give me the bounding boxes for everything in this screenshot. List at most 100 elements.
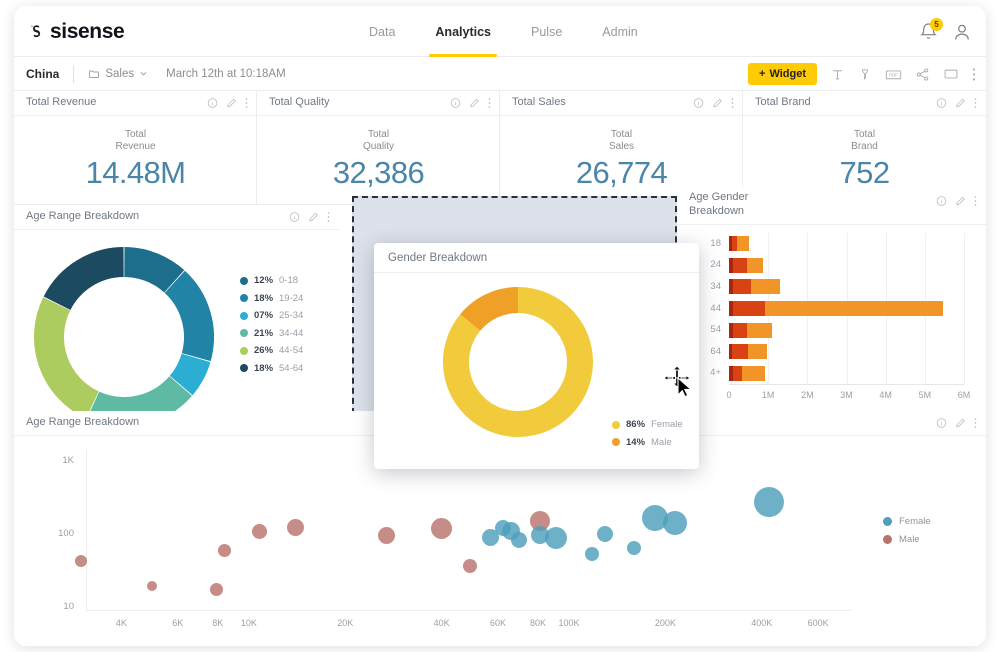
edit-icon[interactable] [955, 98, 966, 109]
legend-percent: 26% [254, 345, 274, 356]
scatter-point[interactable] [544, 526, 567, 549]
widget-menu-icon[interactable] [488, 98, 491, 109]
legend-item[interactable]: 18% 19-24 [240, 293, 303, 304]
donut-segment[interactable] [169, 353, 211, 396]
scatter-point[interactable] [378, 527, 396, 545]
info-icon[interactable] [450, 98, 461, 109]
scatter-point[interactable] [462, 559, 477, 574]
donut-segment[interactable] [460, 287, 519, 332]
nav-tab-pulse[interactable]: Pulse [531, 6, 562, 57]
legend-item[interactable]: Male [883, 534, 931, 545]
bar-segment[interactable] [764, 301, 944, 316]
bar-segment[interactable] [746, 257, 764, 273]
bar-segment[interactable] [732, 279, 751, 295]
widget-header-icons [289, 212, 330, 223]
nav-tab-data[interactable]: Data [369, 6, 395, 57]
widget-age-gender-bar[interactable]: Age Gender Breakdown 0 1M 2M 3M 4M 5M 6M 18 24 34… [677, 187, 986, 412]
info-icon[interactable] [289, 212, 300, 223]
scatter-point[interactable] [209, 583, 223, 597]
info-icon[interactable] [936, 98, 947, 109]
kpi-value: 26,774 [575, 154, 668, 190]
present-icon[interactable] [943, 67, 959, 82]
scatter-point[interactable] [147, 581, 158, 592]
bar-segment[interactable] [732, 257, 747, 273]
donut-segment[interactable] [164, 270, 214, 362]
nav-tab-analytics[interactable]: Analytics [429, 6, 497, 57]
sisense-logo[interactable]: sisense [26, 21, 125, 42]
scatter-point[interactable] [627, 540, 642, 555]
bar-segment[interactable] [747, 344, 767, 360]
dashboard-timestamp: March 12th at 10:18AM [166, 67, 286, 80]
bar-segment[interactable] [741, 365, 765, 381]
x-axis-tick: 60K [489, 618, 506, 628]
scatter-point[interactable] [218, 544, 232, 558]
scatter-point[interactable] [252, 523, 268, 539]
y-axis-tick: 1K [62, 454, 74, 466]
scatter-point[interactable] [585, 547, 599, 562]
folder-selector[interactable]: Sales [88, 68, 148, 80]
edit-icon[interactable] [226, 98, 237, 109]
edit-icon[interactable] [955, 196, 966, 207]
add-widget-button[interactable]: + Widget [748, 63, 817, 85]
text-icon[interactable] [830, 67, 845, 82]
legend-color-dot [883, 535, 892, 544]
notifications-button[interactable]: 5 [919, 18, 943, 41]
kpi-caption-line2: Sales [608, 141, 634, 152]
legend-item[interactable]: Female [883, 516, 931, 527]
legend-item[interactable]: 18% 54-64 [240, 363, 303, 374]
nav-tab-admin[interactable]: Admin [602, 6, 637, 57]
floating-gender-breakdown-widget[interactable]: Gender Breakdown 86% Female 14% Male [374, 243, 699, 469]
widget-menu-icon[interactable] [974, 196, 977, 207]
legend-item[interactable]: 86% Female [612, 419, 683, 430]
bar-segment[interactable] [732, 365, 742, 381]
donut-segment[interactable] [123, 247, 185, 293]
scatter-point[interactable] [431, 517, 453, 539]
info-icon[interactable] [693, 98, 704, 109]
scatter-point[interactable] [597, 526, 614, 543]
widget-age-range-donut[interactable]: Age Range Breakdown 12% 0-18 18% 19-24 07% 25… [14, 205, 339, 430]
edit-icon[interactable] [955, 418, 966, 429]
donut-segment[interactable] [34, 297, 100, 419]
edit-icon[interactable] [469, 98, 480, 109]
edit-icon[interactable] [712, 98, 723, 109]
scatter-point[interactable] [753, 487, 784, 518]
notification-badge: 5 [930, 18, 943, 31]
info-icon[interactable] [207, 98, 218, 109]
info-icon[interactable] [936, 196, 947, 207]
bar-segment[interactable] [732, 322, 748, 338]
legend-item[interactable]: 12% 0-18 [240, 275, 303, 286]
legend-item[interactable]: 21% 34-44 [240, 328, 303, 339]
edit-icon[interactable] [308, 212, 319, 223]
more-options-icon[interactable] [972, 67, 976, 82]
legend-item[interactable]: 14% Male [612, 437, 683, 448]
donut-segment[interactable] [43, 247, 125, 311]
bar-segment[interactable] [733, 301, 765, 316]
widget-total-revenue[interactable]: Total Revenue Total Revenue 14.48M [14, 91, 257, 204]
widget-menu-icon[interactable] [731, 98, 734, 109]
info-icon[interactable] [936, 418, 947, 429]
bar-segment[interactable] [747, 322, 773, 338]
share-icon[interactable] [915, 67, 930, 82]
donut-segment[interactable] [86, 375, 193, 427]
legend-percent: 12% [254, 275, 274, 286]
widget-menu-icon[interactable] [974, 98, 977, 109]
widget-title: Total Revenue [26, 96, 97, 109]
filter-icon[interactable] [858, 67, 872, 82]
scatter-point[interactable] [663, 510, 688, 535]
legend-item[interactable]: 26% 44-54 [240, 345, 303, 356]
scatter-point[interactable] [511, 531, 528, 548]
bar-segment[interactable] [750, 279, 781, 295]
scatter-point[interactable] [287, 518, 305, 536]
pdf-icon[interactable]: PDF [885, 67, 902, 82]
legend-item[interactable]: 07% 25-34 [240, 310, 303, 321]
widget-total-quality[interactable]: Total Quality Total Quality 32,386 [257, 91, 500, 204]
toolbar-actions: + Widget PDF [748, 57, 976, 91]
gender-breakdown-legend: 86% Female 14% Male [612, 419, 683, 448]
widget-menu-icon[interactable] [327, 212, 330, 223]
widget-title: Age Range Breakdown [26, 416, 140, 429]
widget-menu-icon[interactable] [974, 418, 977, 429]
user-avatar-icon[interactable] [952, 22, 972, 42]
bar-segment[interactable] [737, 236, 750, 252]
bar-segment[interactable] [732, 344, 748, 360]
widget-menu-icon[interactable] [245, 98, 248, 109]
